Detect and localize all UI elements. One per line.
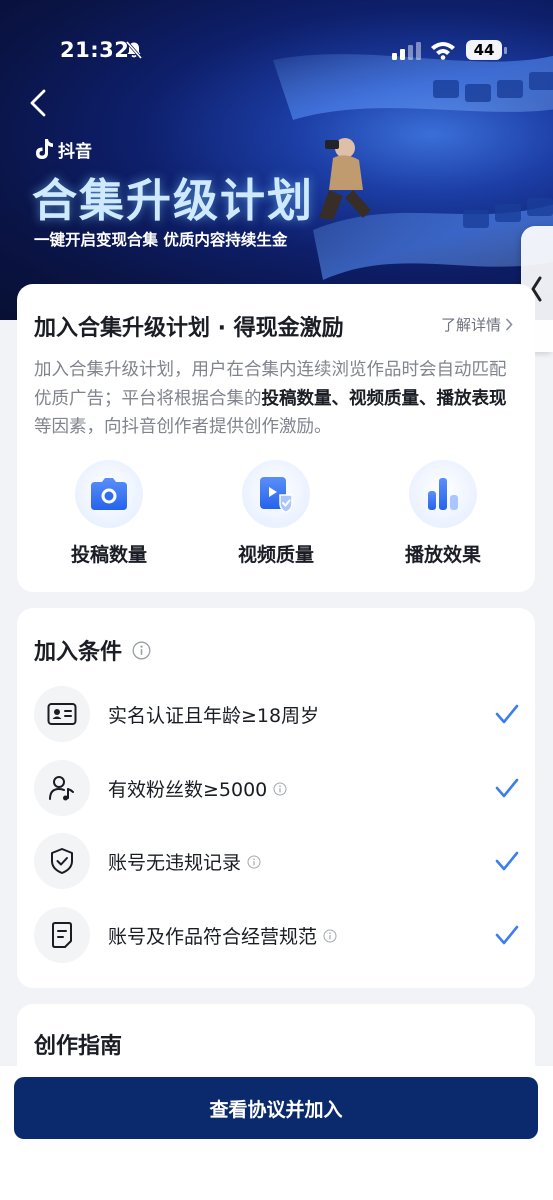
hero-subtitle: 一键开启变现合集 优质内容持续生金 [34,231,288,249]
check-icon [495,851,519,871]
douyin-brand: 抖音 [34,136,92,162]
back-arrow-icon[interactable] [24,86,54,120]
bar-chart-icon [428,478,458,510]
info-icon[interactable] [247,855,261,869]
conditions-card: 加入条件 实名认证且年龄≥18周岁 有效粉丝数≥5000 账号无违规记录 账号及… [17,608,535,988]
id-card-icon [47,703,77,725]
feature-video-quality: 视频质量 [216,460,336,567]
plan-intro-card: 加入合集升级计划 · 得现金激励 了解详情 加入合集升级计划，用户在合集内连续浏… [17,284,535,592]
feature-playback: 播放效果 [383,460,503,567]
shield-check-icon [51,848,73,874]
condition-label: 有效粉丝数≥5000 [108,779,268,801]
status-time: 21:32 [60,38,130,62]
learn-more-link[interactable]: 了解详情 [441,314,513,335]
plan-description: 加入合集升级计划，用户在合集内连续浏览作品时会自动匹配优质广告；平台将根据合集的… [34,356,520,442]
join-button[interactable]: 查看协议并加入 [14,1077,538,1139]
wifi-icon [431,42,455,60]
desc-text-2: 等因素，向抖音创作者提供创作激励。 [34,417,332,437]
check-icon [495,704,519,724]
condition-item: 实名认证且年龄≥18周岁 [34,686,520,744]
guide-title: 创作指南 [34,1034,123,1059]
condition-item: 账号无违规记录 [34,833,520,891]
brand-name: 抖音 [58,141,92,162]
feature-label: 播放效果 [404,544,481,566]
bell-muted-icon [125,41,143,59]
condition-item: 有效粉丝数≥5000 [34,760,520,818]
cellular-signal-icon [392,42,421,60]
info-icon[interactable] [273,782,287,796]
battery-level: 44 [473,41,495,59]
feature-label: 视频质量 [237,544,314,566]
check-icon [495,925,519,945]
condition-label: 账号及作品符合经营规范 [108,926,318,948]
info-icon[interactable] [323,929,337,943]
camera-icon [91,478,127,510]
check-icon [495,778,519,798]
feature-submissions: 投稿数量 [49,460,169,567]
conditions-header: 加入条件 [34,634,151,666]
user-music-icon [49,776,74,801]
desc-highlight: 投稿数量、视频质量、播放表现 [261,388,507,409]
condition-label: 账号无违规记录 [108,852,242,874]
document-icon [52,922,72,948]
plan-intro-title: 加入合集升级计划 · 得现金激励 [34,316,344,341]
condition-item: 账号及作品符合经营规范 [34,907,520,965]
feature-label: 投稿数量 [70,544,147,566]
battery-indicator: 44 [466,40,508,62]
status-bar: 21:32 44 [0,0,553,100]
hero-title: 合集升级计划 [32,174,315,227]
chevron-right-icon [506,318,513,331]
video-quality-icon [260,477,293,513]
douyin-logo-icon [36,139,53,159]
learn-more-label: 了解详情 [440,316,501,334]
condition-label: 实名认证且年龄≥18周岁 [108,705,320,727]
conditions-title: 加入条件 [34,640,123,665]
info-icon[interactable] [132,641,151,660]
